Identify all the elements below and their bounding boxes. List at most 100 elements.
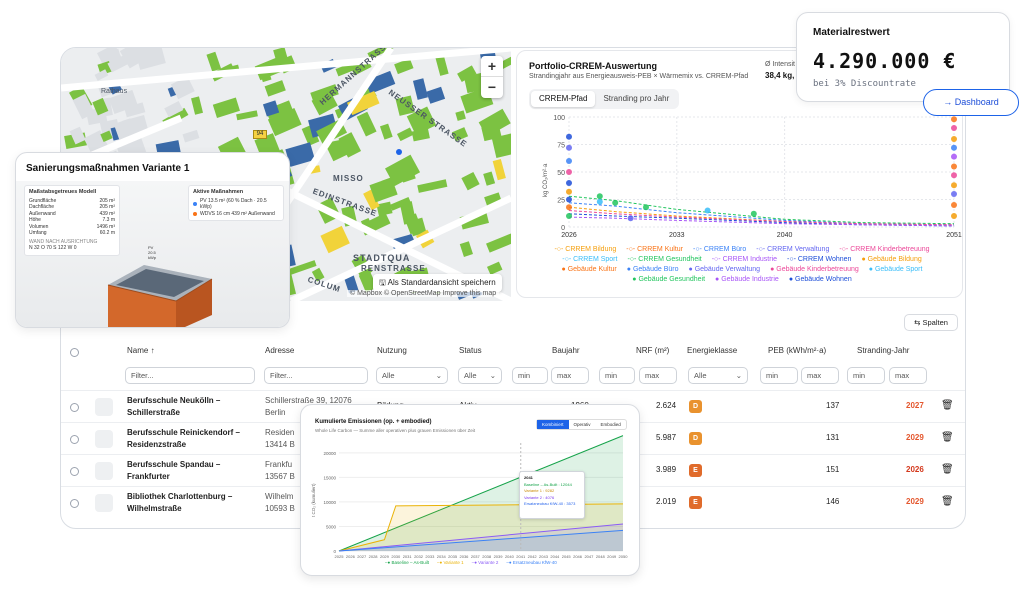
model-info-row: Umfang 60.2 m — [29, 230, 115, 237]
nrf-max-input[interactable]: max — [639, 367, 677, 384]
active-measures-box: Aktive Maßnahmen PV 13.5 m² (60 % Dach ·… — [188, 185, 284, 221]
location-marker — [396, 149, 402, 155]
address-filter-input[interactable]: Filter... — [264, 367, 368, 384]
legend-item[interactable]: ● Gebäude Verwaltung — [689, 265, 761, 275]
building-point — [596, 193, 603, 200]
energy-filter-select[interactable]: Alle ⌄ — [688, 367, 748, 384]
map-attribution[interactable]: © Mapbox © OpenStreetMap Improve this ma… — [347, 290, 500, 297]
col-header-address[interactable]: Adresse — [265, 346, 294, 355]
col-header-name[interactable]: Name ↑ — [127, 346, 155, 355]
legend-line-icon: -○- — [711, 256, 723, 263]
y-tick-label: 75 — [557, 143, 565, 150]
row-select-checkbox[interactable] — [70, 467, 79, 476]
legend-label: Gebäude Gesundheit — [638, 276, 706, 283]
building-point — [566, 144, 572, 151]
legend-item[interactable]: ● Gebäude Kinderbetreuung — [770, 265, 859, 275]
usage-filter-select[interactable]: Alle ⌄ — [376, 367, 448, 384]
legend-label: Ersatzneubau KfW-40 — [512, 560, 557, 565]
dashboard-button[interactable]: → Dashboard — [923, 89, 1019, 116]
building-3d-scene[interactable]: Maßstabsgetreues Modell Grundfläche 205 m… — [16, 181, 289, 327]
peb-min-input[interactable]: min — [760, 367, 798, 384]
zoom-in-button[interactable]: + — [481, 56, 503, 77]
legend-label: Gebäude Industrie — [721, 276, 779, 283]
trash-icon[interactable]: 🗑 — [941, 432, 954, 443]
zoom-out-button[interactable]: − — [481, 77, 503, 98]
x-tick-label: 2039 — [494, 554, 504, 559]
peb-max-input[interactable]: max — [801, 367, 839, 384]
trash-icon[interactable]: 🗑 — [941, 496, 954, 507]
col-header-usage[interactable]: Nutzung — [377, 346, 407, 355]
col-header-peb[interactable]: PEB (kWh/m²·a) — [768, 346, 826, 355]
legend-item[interactable]: –● Variante 1 — [437, 560, 464, 565]
legend-item[interactable]: ● Gebäude Gesundheit — [632, 275, 705, 285]
row-select-checkbox[interactable] — [70, 499, 79, 508]
row-stranding-year: 2029 — [906, 497, 924, 506]
col-header-nrf[interactable]: NRF (m²) — [636, 346, 669, 355]
x-tick-label: 2025 — [335, 554, 345, 559]
legend-item[interactable]: –● Ersatzneubau KfW-40 — [506, 560, 556, 565]
nrf-min-input[interactable]: min — [599, 367, 635, 384]
legend-item[interactable]: -○- CRREM Verwaltung — [756, 245, 829, 255]
row-nrf: 3.989 — [656, 465, 677, 474]
x-tick-label: 2042 — [528, 554, 538, 559]
legend-label: Gebäude Kultur — [567, 266, 617, 273]
legend-item[interactable]: -○- CRREM Kinderbetreuung — [839, 245, 929, 255]
legend-line-icon: -○- — [562, 256, 574, 263]
tooltip-line: Ersatzneubau KfW-40 : 3573 — [524, 501, 576, 506]
select-all-checkbox[interactable] — [70, 348, 79, 357]
street-label: RENSTRASSE — [361, 264, 426, 273]
legend-item[interactable]: -○- CRREM Sport — [562, 255, 617, 265]
energy-class-badge: D — [689, 432, 702, 445]
legend-label: CRREM Gesundheit — [638, 256, 702, 263]
building-point — [951, 116, 957, 123]
legend-label: CRREM Kinderbetreuung — [850, 246, 930, 253]
col-header-status[interactable]: Status — [459, 346, 482, 355]
col-header-energy-class[interactable]: Energieklasse — [687, 346, 737, 355]
legend-item[interactable]: –● Baseline – As-Built — [385, 560, 429, 565]
road-number-badge: 94 — [253, 130, 267, 139]
trash-icon[interactable]: 🗑 — [941, 400, 954, 411]
building-point — [566, 188, 572, 195]
legend-item[interactable]: -○- CRREM Kultur — [626, 245, 683, 255]
legend-label: CRREM Wohnen — [797, 256, 852, 263]
year-min-input[interactable]: min — [512, 367, 548, 384]
legend-item[interactable]: -○- CRREM Bildung — [554, 245, 616, 255]
status-filter-select[interactable]: Alle ⌄ — [458, 367, 502, 384]
legend-item[interactable]: ● Gebäude Sport — [869, 265, 923, 275]
legend-item[interactable]: ● Gebäude Industrie — [715, 275, 779, 285]
row-select-checkbox[interactable] — [70, 403, 79, 412]
x-tick-label: 2049 — [607, 554, 617, 559]
stranding-min-input[interactable]: min — [847, 367, 885, 384]
emissions-tooltip: 2041 Baseline – As-Built : 12044 Variant… — [519, 471, 585, 519]
legend-item[interactable]: ● Gebäude Kultur — [562, 265, 617, 275]
x-tick-label: 2044 — [550, 554, 560, 559]
legend-item[interactable]: -○- CRREM Büro — [693, 245, 746, 255]
col-header-stranding[interactable]: Stranding-Jahr — [857, 346, 909, 355]
chevron-down-icon: ⌄ — [489, 371, 496, 380]
x-tick-label: 2043 — [539, 554, 549, 559]
name-filter-input[interactable]: Filter... — [125, 367, 255, 384]
columns-button[interactable]: ⇆ Spalten — [904, 314, 958, 331]
legend-item[interactable]: -○- CRREM Gesundheit — [627, 255, 701, 265]
legend-item[interactable]: -○- CRREM Wohnen — [787, 255, 851, 265]
material-value-discount: bei 3% Discountrate — [813, 79, 916, 89]
legend-item[interactable]: -○- CRREM Industrie — [712, 255, 777, 265]
row-select-checkbox[interactable] — [70, 435, 79, 444]
measure-label: WDVS 16 cm 439 m² Außenwand — [200, 210, 275, 217]
legend-item[interactable]: –● Variante 2 — [472, 560, 499, 565]
x-tick-label: 2036 — [460, 554, 470, 559]
legend-item[interactable]: ● Gebäude Bildung — [861, 255, 921, 265]
chevron-down-icon: ⌄ — [735, 371, 742, 380]
legend-item[interactable]: ● Gebäude Wohnen — [789, 275, 852, 285]
x-tick-label: 2041 — [516, 554, 526, 559]
legend-line-icon: -○- — [693, 246, 704, 253]
row-nrf: 2.624 — [656, 401, 677, 410]
legend-item[interactable]: ● Gebäude Büro — [627, 265, 679, 275]
year-max-input[interactable]: max — [551, 367, 589, 384]
trash-icon[interactable]: 🗑 — [941, 464, 954, 475]
stranding-max-input[interactable]: max — [889, 367, 927, 384]
col-header-year[interactable]: Baujahr — [552, 346, 580, 355]
building-point — [951, 163, 957, 170]
building-point — [951, 153, 957, 160]
building-point — [566, 133, 572, 140]
